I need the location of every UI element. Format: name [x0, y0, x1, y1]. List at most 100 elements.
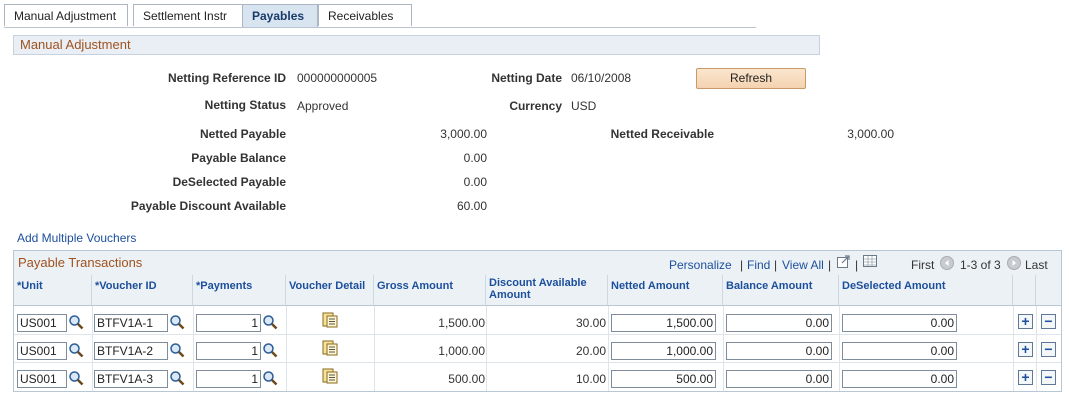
add-row-button[interactable]: + — [1018, 342, 1033, 357]
netted-receivable-label: Netted Receivable — [610, 127, 714, 141]
tab-payables[interactable]: Payables — [242, 4, 318, 27]
column-header-netted-amount[interactable]: Netted Amount — [608, 275, 723, 306]
deselected-amount-input[interactable] — [842, 314, 957, 332]
column-header-deselected-amount[interactable]: DeSelected Amount — [839, 275, 1013, 306]
payable-balance-label: Payable Balance — [191, 151, 286, 165]
column-header-add — [1013, 275, 1036, 306]
column-divider — [486, 306, 487, 391]
tab-manual-adjustment[interactable]: Manual Adjustment — [4, 4, 128, 26]
payments-input[interactable] — [196, 314, 261, 332]
gross-amount-value: 1,000.00 — [438, 344, 485, 358]
personalize-link[interactable]: Personalize — [669, 258, 732, 272]
delete-row-button[interactable]: − — [1041, 314, 1056, 329]
tab-label: Manual Adjustment — [14, 9, 117, 23]
netted-payable-value: 3,000.00 — [440, 127, 487, 141]
netted-amount-input[interactable] — [611, 370, 716, 388]
discount-available-value: 30.00 — [575, 316, 606, 330]
balance-amount-input[interactable] — [726, 342, 832, 360]
grid-title-bar: Payable Transactions Personalize | Find … — [14, 251, 1061, 276]
column-header-payments[interactable]: *Payments — [193, 275, 286, 306]
netting-date-label: Netting Date — [491, 71, 562, 85]
column-divider — [374, 306, 375, 391]
voucher-id-input[interactable] — [94, 342, 168, 360]
nav-separator: | — [740, 258, 744, 272]
section-title: Manual Adjustment — [13, 35, 820, 55]
netted-payable-label: Netted Payable — [199, 127, 286, 141]
nav-separator: | — [855, 258, 859, 272]
unit-input[interactable] — [17, 370, 67, 388]
search-icon[interactable] — [169, 370, 185, 386]
deselected-amount-input[interactable] — [842, 342, 957, 360]
netting-reference-id-value: 000000000005 — [297, 71, 378, 85]
column-header-balance-amount[interactable]: Balance Amount — [723, 275, 839, 306]
currency-value: USD — [571, 99, 597, 113]
netting-status-value: Approved — [297, 99, 349, 113]
new-window-icon[interactable] — [837, 255, 851, 268]
unit-input[interactable] — [17, 314, 67, 332]
column-header-voucher-id[interactable]: *Voucher ID — [92, 275, 193, 306]
range-label: 1-3 of 3 — [960, 258, 1001, 272]
voucher-id-input[interactable] — [94, 314, 168, 332]
payments-input[interactable] — [196, 342, 261, 360]
voucher-detail-icon[interactable] — [322, 368, 338, 384]
refresh-button[interactable]: Refresh — [696, 68, 806, 89]
tab-settlement-instr[interactable]: Settlement Instr — [133, 4, 243, 26]
discount-available-value: 10.00 — [575, 372, 606, 386]
column-header-voucher-detail: Voucher Detail — [286, 275, 374, 306]
netted-amount-input[interactable] — [611, 314, 716, 332]
add-row-button[interactable]: + — [1018, 370, 1033, 385]
payable-balance-value: 0.00 — [463, 151, 487, 165]
search-icon[interactable] — [169, 314, 185, 330]
voucher-detail-icon[interactable] — [322, 312, 338, 328]
row-divider — [14, 334, 1061, 335]
delete-row-button[interactable]: − — [1041, 370, 1056, 385]
column-header-discount-available[interactable]: Discount Available Amount — [486, 275, 608, 306]
balance-amount-input[interactable] — [726, 314, 832, 332]
grid-title: Payable Transactions — [18, 255, 143, 270]
row-divider — [14, 362, 1061, 363]
deselected-amount-input[interactable] — [842, 370, 957, 388]
netting-date-value: 06/10/2008 — [571, 71, 632, 85]
column-header-delete — [1036, 275, 1061, 306]
download-grid-icon[interactable] — [863, 255, 878, 268]
view-all-link[interactable]: View All — [782, 258, 824, 272]
deselected-payable-label: DeSelected Payable — [172, 175, 286, 189]
search-icon[interactable] — [68, 314, 84, 330]
column-divider — [193, 306, 194, 391]
previous-arrow-icon[interactable] — [940, 256, 954, 270]
unit-input[interactable] — [17, 342, 67, 360]
last-label: Last — [1025, 258, 1048, 272]
add-multiple-vouchers-link[interactable]: Add Multiple Vouchers — [17, 231, 136, 245]
search-icon[interactable] — [68, 370, 84, 386]
voucher-id-input[interactable] — [94, 370, 168, 388]
netting-status-label: Netting Status — [204, 98, 286, 112]
netted-amount-input[interactable] — [611, 342, 716, 360]
tab-receivables[interactable]: Receivables — [318, 4, 412, 26]
gross-amount-value: 1,500.00 — [438, 316, 485, 330]
search-icon[interactable] — [68, 342, 84, 358]
currency-label: Currency — [509, 99, 562, 113]
netting-reference-id-label: Netting Reference ID — [167, 71, 286, 85]
column-divider — [723, 306, 724, 391]
search-icon[interactable] — [262, 314, 278, 330]
payable-transactions-grid: Payable Transactions Personalize | Find … — [13, 250, 1062, 392]
delete-row-button[interactable]: − — [1041, 342, 1056, 357]
tab-label: Settlement Instr — [143, 9, 228, 23]
column-header-gross-amount[interactable]: Gross Amount — [374, 275, 486, 306]
add-row-button[interactable]: + — [1018, 314, 1033, 329]
search-icon[interactable] — [262, 370, 278, 386]
balance-amount-input[interactable] — [726, 370, 832, 388]
find-link[interactable]: Find — [747, 258, 770, 272]
next-arrow-icon[interactable] — [1007, 256, 1021, 270]
voucher-detail-icon[interactable] — [322, 340, 338, 356]
column-divider — [608, 306, 609, 391]
search-icon[interactable] — [169, 342, 185, 358]
nav-separator: | — [828, 258, 832, 272]
column-header-unit[interactable]: *Unit — [14, 275, 92, 306]
payments-input[interactable] — [196, 370, 261, 388]
search-icon[interactable] — [262, 342, 278, 358]
tab-bar: Manual Adjustment Settlement Instr Payab… — [4, 4, 756, 28]
tab-label: Payables — [252, 9, 305, 23]
column-divider — [1013, 306, 1014, 391]
gross-amount-value: 500.00 — [448, 372, 485, 386]
